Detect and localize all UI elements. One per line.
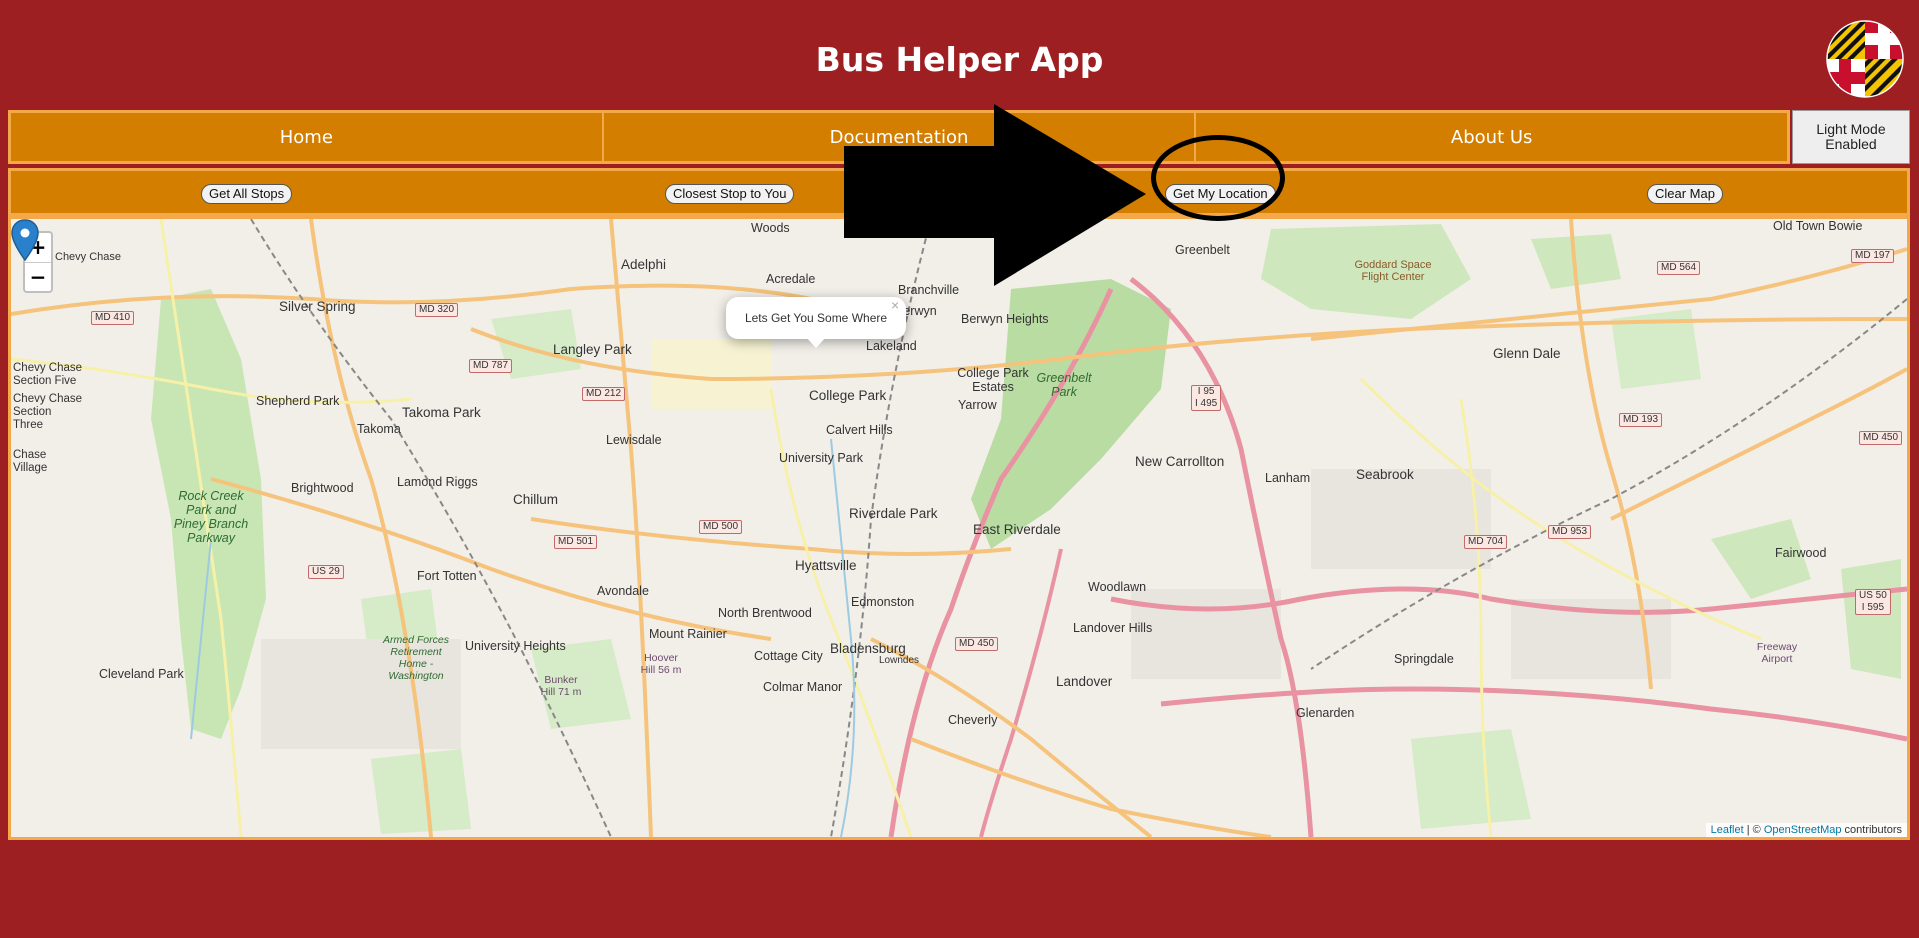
nav-about-us[interactable]: About Us xyxy=(1196,113,1787,161)
route-shield: US 50 I 595 xyxy=(1855,589,1891,615)
map-label: Lowndes xyxy=(879,655,920,666)
route-shield: MD 564 xyxy=(1657,261,1701,275)
map-label: Langley Park xyxy=(553,342,632,357)
route-shield: MD 197 xyxy=(1851,249,1895,263)
map-label: Lakeland xyxy=(866,339,917,353)
map-label: Chase Village xyxy=(13,449,48,474)
map-label: Hyattsville xyxy=(795,558,857,573)
location-marker-icon[interactable] xyxy=(11,219,39,261)
map-label: Greenbelt xyxy=(1175,243,1230,257)
popup-tip xyxy=(806,337,826,348)
map-label: Takoma Park xyxy=(402,405,481,420)
map-label: Silver Spring xyxy=(279,299,356,314)
map-label: Glenn Dale xyxy=(1493,346,1561,361)
map-label: Calvert Hills xyxy=(826,423,893,437)
nav-home[interactable]: Home xyxy=(11,113,604,161)
map-label: Cleveland Park xyxy=(99,667,184,681)
route-shield: MD 450 xyxy=(1859,431,1903,445)
map-label: Armed Forces Retirement Home - Washingto… xyxy=(383,634,449,682)
map-label: Woodlawn xyxy=(1088,580,1147,594)
map-label: Fort Totten xyxy=(417,569,477,583)
map-label: Old Town Bowie xyxy=(1773,219,1863,233)
map-label: Berwyn Heights xyxy=(961,312,1049,326)
attribution-suffix: contributors xyxy=(1841,824,1902,836)
map-label: Edmonston xyxy=(851,595,915,609)
map-label: Colmar Manor xyxy=(763,680,843,694)
route-shield: MD 501 xyxy=(554,535,598,549)
map-label: University Heights xyxy=(465,639,566,653)
route-shield: MD 410 xyxy=(91,311,135,325)
map-label: College Park xyxy=(809,388,887,403)
map-label: Chevy Chase Section Three xyxy=(13,393,83,431)
map-label: Avondale xyxy=(597,584,649,598)
map-label: East Riverdale xyxy=(973,522,1061,537)
map-label: North Brentwood xyxy=(718,606,812,620)
map-label: Chillum xyxy=(513,492,559,507)
light-mode-toggle-button[interactable]: Light Mode Enabled xyxy=(1792,110,1910,164)
route-shield: MD 450 xyxy=(955,637,999,651)
closest-stop-button[interactable]: Closest Stop to You xyxy=(665,184,795,204)
map-label: Cheverly xyxy=(948,713,998,727)
map-label: Acredale xyxy=(766,272,816,286)
map-label: Lewisdale xyxy=(606,433,662,447)
route-shield: MD 212 xyxy=(582,387,626,401)
map-label: Yarrow xyxy=(958,398,997,412)
map-label: Seabrook xyxy=(1356,467,1414,482)
map-label: Fairwood xyxy=(1775,546,1827,560)
get-all-stops-button[interactable]: Get All Stops xyxy=(201,184,293,204)
annotation-circle xyxy=(1151,135,1285,221)
route-shield: MD 953 xyxy=(1548,525,1592,539)
route-shield: MD 787 xyxy=(469,359,513,373)
map-label: University Park xyxy=(779,451,864,465)
map-label: Brightwood xyxy=(291,481,354,495)
route-shield: MD 320 xyxy=(415,303,459,317)
map-label: Mount Rainier xyxy=(649,627,727,641)
route-shield: I 95 I 495 xyxy=(1191,385,1222,411)
map-label: Chevy Chase Section Five xyxy=(13,362,83,387)
map-view[interactable]: + − Woods Old Town Bowie Adelphi Acredal… xyxy=(8,216,1910,840)
map-label: Hoover Hill 56 m xyxy=(640,652,682,676)
map-label: Goddard Space Flight Center xyxy=(1354,259,1432,283)
map-label: Landover Hills xyxy=(1073,621,1153,635)
leaflet-link[interactable]: Leaflet xyxy=(1711,824,1744,836)
openstreetmap-link[interactable]: OpenStreetMap xyxy=(1764,824,1842,836)
map-label: New Carrollton xyxy=(1135,454,1225,469)
clear-map-button[interactable]: Clear Map xyxy=(1647,184,1723,204)
map-label: Landover xyxy=(1056,674,1113,689)
map-label: Springdale xyxy=(1394,652,1454,666)
map-label: Rock Creek Park and Piney Branch Parkway xyxy=(173,489,249,545)
maryland-flag-logo xyxy=(1826,20,1904,98)
map-label: Takoma xyxy=(357,422,401,436)
route-shield: US 29 xyxy=(308,565,344,579)
map-label: Adelphi xyxy=(621,257,667,272)
map-label: Glenarden xyxy=(1296,706,1355,720)
popup-close-button[interactable]: × xyxy=(891,297,899,313)
map-attribution: Leaflet | © OpenStreetMap contributors xyxy=(1705,823,1907,837)
map-label: Cottage City xyxy=(754,649,823,663)
map-label: Bladensburg xyxy=(830,641,906,656)
map-label: Lanham xyxy=(1265,471,1311,485)
map-popup: Lets Get You Some Where xyxy=(726,297,906,339)
map-label: Freeway Airport xyxy=(1756,641,1798,665)
map-label: Greenbelt Park xyxy=(1036,371,1092,399)
zoom-out-button[interactable]: − xyxy=(25,263,51,292)
route-shield: MD 500 xyxy=(699,520,743,534)
route-shield: MD 193 xyxy=(1619,413,1663,427)
route-shield: MD 704 xyxy=(1464,535,1508,549)
annotation-arrow-icon xyxy=(844,104,1146,286)
map-label: Woods xyxy=(751,221,790,235)
map-label: Chevy Chase xyxy=(55,251,122,263)
attribution-separator: | © xyxy=(1743,824,1764,836)
page-title: Bus Helper App xyxy=(815,40,1104,79)
map-label: Riverdale Park xyxy=(849,506,938,521)
map-label: Bunker Hill 71 m xyxy=(540,674,582,698)
map-label: Shepherd Park xyxy=(256,394,340,408)
map-label: Lamond Riggs xyxy=(397,475,478,489)
map-label: College Park Estates xyxy=(957,366,1029,394)
